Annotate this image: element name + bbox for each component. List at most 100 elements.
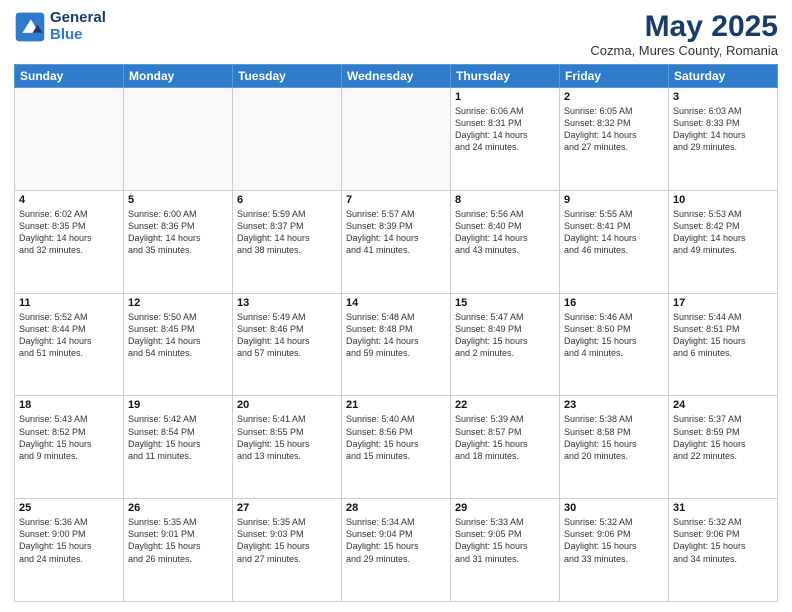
day-number: 7: [346, 194, 446, 206]
day-number: 21: [346, 399, 446, 411]
day-number: 20: [237, 399, 337, 411]
calendar-cell: 19Sunrise: 5:42 AM Sunset: 8:54 PM Dayli…: [124, 396, 233, 499]
calendar-cell: 29 Sunrise: 5:33 AM Sunset: 9:05 PM Dayli…: [451, 499, 560, 602]
day-number: 30: [564, 502, 664, 514]
day-number: 3: [673, 91, 773, 103]
calendar-cell: 13Sunrise: 5:49 AM Sunset: 8:46 PM Dayli…: [233, 293, 342, 396]
day-info: Sunrise: 5:50 AM Sunset: 8:45 PM Dayligh…: [128, 311, 228, 360]
weekday-header-saturday: Saturday: [669, 65, 778, 88]
day-number: 10: [673, 194, 773, 206]
day-number: 1: [455, 91, 555, 103]
day-number: 16: [564, 297, 664, 309]
calendar-cell: 30 Sunrise: 5:32 AM Sunset: 9:06 PM Dayli…: [560, 499, 669, 602]
title-block: May 2025 Cozma, Mures County, Romania: [590, 10, 778, 58]
calendar-cell: 1 Sunrise: 6:06 AM Sunset: 8:31 PM Daylig…: [451, 88, 560, 191]
day-info: Sunrise: 5:34 AM Sunset: 9:04 PM Dayligh…: [346, 516, 446, 565]
day-info: Sunrise: 5:32 AM Sunset: 9:06 PM Dayligh…: [564, 516, 664, 565]
calendar-cell: 17 Sunrise: 5:44 AM Sunset: 8:51 PM Dayli…: [669, 293, 778, 396]
calendar-cell: 12 Sunrise: 5:50 AM Sunset: 8:45 PM Dayli…: [124, 293, 233, 396]
header: General Blue May 2025 Cozma, Mures Count…: [14, 10, 778, 58]
calendar-cell: 11 Sunrise: 5:52 AM Sunset: 8:44 PM Dayli…: [15, 293, 124, 396]
calendar-cell: 18 Sunrise: 5:43 AM Sunset: 8:52 PM Dayli…: [15, 396, 124, 499]
day-info: Sunrise: 5:55 AM Sunset: 8:41 PM Dayligh…: [564, 208, 664, 257]
calendar-cell: 25Sunrise: 5:36 AM Sunset: 9:00 PM Dayli…: [15, 499, 124, 602]
calendar-subtitle: Cozma, Mures County, Romania: [590, 43, 778, 58]
calendar-cell: 14 Sunrise: 5:48 AM Sunset: 8:48 PM Dayli…: [342, 293, 451, 396]
calendar-body: 1 Sunrise: 6:06 AM Sunset: 8:31 PM Daylig…: [15, 88, 778, 602]
calendar-cell: 21 Sunrise: 5:40 AM Sunset: 8:56 PM Dayli…: [342, 396, 451, 499]
day-number: 11: [19, 297, 119, 309]
day-number: 2: [564, 91, 664, 103]
day-number: 27: [237, 502, 337, 514]
day-info: Sunrise: 6:02 AM Sunset: 8:35 PM Dayligh…: [19, 208, 119, 257]
day-info: Sunrise: 5:52 AM Sunset: 8:44 PM Dayligh…: [19, 311, 119, 360]
day-info: Sunrise: 5:35 AM Sunset: 9:01 PM Dayligh…: [128, 516, 228, 565]
day-number: 14: [346, 297, 446, 309]
day-info: Sunrise: 5:44 AM Sunset: 8:51 PM Dayligh…: [673, 311, 773, 360]
day-info: Sunrise: 5:36 AM Sunset: 9:00 PM Dayligh…: [19, 516, 119, 565]
week-row-5: 25Sunrise: 5:36 AM Sunset: 9:00 PM Dayli…: [15, 499, 778, 602]
day-number: 4: [19, 194, 119, 206]
day-number: 15: [455, 297, 555, 309]
day-info: Sunrise: 5:53 AM Sunset: 8:42 PM Dayligh…: [673, 208, 773, 257]
day-info: Sunrise: 5:42 AM Sunset: 8:54 PM Dayligh…: [128, 413, 228, 462]
calendar-cell: [233, 88, 342, 191]
day-number: 31: [673, 502, 773, 514]
calendar-cell: 31 Sunrise: 5:32 AM Sunset: 9:06 PM Dayli…: [669, 499, 778, 602]
day-info: Sunrise: 5:48 AM Sunset: 8:48 PM Dayligh…: [346, 311, 446, 360]
day-number: 23: [564, 399, 664, 411]
weekday-header-sunday: Sunday: [15, 65, 124, 88]
day-number: 8: [455, 194, 555, 206]
calendar-cell: 10 Sunrise: 5:53 AM Sunset: 8:42 PM Dayli…: [669, 190, 778, 293]
weekday-header-tuesday: Tuesday: [233, 65, 342, 88]
calendar-cell: 24Sunrise: 5:37 AM Sunset: 8:59 PM Dayli…: [669, 396, 778, 499]
logo-icon: [14, 11, 46, 43]
calendar-table: SundayMondayTuesdayWednesdayThursdayFrid…: [14, 64, 778, 602]
calendar-cell: 9 Sunrise: 5:55 AM Sunset: 8:41 PM Daylig…: [560, 190, 669, 293]
calendar-cell: 7Sunrise: 5:57 AM Sunset: 8:39 PM Daylig…: [342, 190, 451, 293]
calendar-cell: 20 Sunrise: 5:41 AM Sunset: 8:55 PM Dayli…: [233, 396, 342, 499]
day-info: Sunrise: 5:32 AM Sunset: 9:06 PM Dayligh…: [673, 516, 773, 565]
calendar-cell: 3 Sunrise: 6:03 AM Sunset: 8:33 PM Daylig…: [669, 88, 778, 191]
calendar-cell: 15 Sunrise: 5:47 AM Sunset: 8:49 PM Dayli…: [451, 293, 560, 396]
day-info: Sunrise: 6:05 AM Sunset: 8:32 PM Dayligh…: [564, 105, 664, 154]
day-info: Sunrise: 6:03 AM Sunset: 8:33 PM Dayligh…: [673, 105, 773, 154]
calendar-cell: 23Sunrise: 5:38 AM Sunset: 8:58 PM Dayli…: [560, 396, 669, 499]
day-number: 6: [237, 194, 337, 206]
day-number: 26: [128, 502, 228, 514]
logo-text: General Blue: [50, 10, 106, 43]
weekday-header-thursday: Thursday: [451, 65, 560, 88]
day-info: Sunrise: 5:37 AM Sunset: 8:59 PM Dayligh…: [673, 413, 773, 462]
day-number: 18: [19, 399, 119, 411]
calendar-cell: [342, 88, 451, 191]
day-number: 22: [455, 399, 555, 411]
calendar-cell: [124, 88, 233, 191]
calendar-cell: 16Sunrise: 5:46 AM Sunset: 8:50 PM Dayli…: [560, 293, 669, 396]
day-number: 12: [128, 297, 228, 309]
weekday-header-row: SundayMondayTuesdayWednesdayThursdayFrid…: [15, 65, 778, 88]
calendar-cell: 22 Sunrise: 5:39 AM Sunset: 8:57 PM Dayli…: [451, 396, 560, 499]
day-number: 29: [455, 502, 555, 514]
day-info: Sunrise: 6:00 AM Sunset: 8:36 PM Dayligh…: [128, 208, 228, 257]
day-number: 9: [564, 194, 664, 206]
weekday-header-friday: Friday: [560, 65, 669, 88]
day-info: Sunrise: 5:43 AM Sunset: 8:52 PM Dayligh…: [19, 413, 119, 462]
day-info: Sunrise: 5:41 AM Sunset: 8:55 PM Dayligh…: [237, 413, 337, 462]
day-info: Sunrise: 5:49 AM Sunset: 8:46 PM Dayligh…: [237, 311, 337, 360]
logo-line2: Blue: [50, 27, 106, 44]
calendar-header: SundayMondayTuesdayWednesdayThursdayFrid…: [15, 65, 778, 88]
day-info: Sunrise: 5:35 AM Sunset: 9:03 PM Dayligh…: [237, 516, 337, 565]
day-info: Sunrise: 5:33 AM Sunset: 9:05 PM Dayligh…: [455, 516, 555, 565]
day-info: Sunrise: 5:47 AM Sunset: 8:49 PM Dayligh…: [455, 311, 555, 360]
calendar-cell: 4 Sunrise: 6:02 AM Sunset: 8:35 PM Daylig…: [15, 190, 124, 293]
calendar-cell: 6Sunrise: 5:59 AM Sunset: 8:37 PM Daylig…: [233, 190, 342, 293]
day-number: 5: [128, 194, 228, 206]
week-row-1: 1 Sunrise: 6:06 AM Sunset: 8:31 PM Daylig…: [15, 88, 778, 191]
day-info: Sunrise: 6:06 AM Sunset: 8:31 PM Dayligh…: [455, 105, 555, 154]
day-info: Sunrise: 5:40 AM Sunset: 8:56 PM Dayligh…: [346, 413, 446, 462]
weekday-header-monday: Monday: [124, 65, 233, 88]
day-info: Sunrise: 5:39 AM Sunset: 8:57 PM Dayligh…: [455, 413, 555, 462]
day-number: 28: [346, 502, 446, 514]
weekday-header-wednesday: Wednesday: [342, 65, 451, 88]
day-number: 17: [673, 297, 773, 309]
